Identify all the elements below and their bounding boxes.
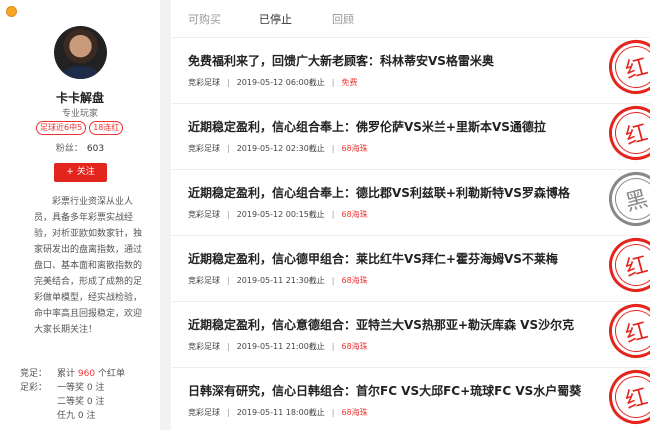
result-stamp-icon: 红: [602, 33, 650, 101]
plan-title[interactable]: 近期稳定盈利，信心组合奉上：佛罗伦萨VS米兰+里斯本VS通德拉: [188, 118, 546, 135]
follow-button[interactable]: + 关注: [54, 163, 107, 182]
avatar[interactable]: [54, 26, 107, 79]
plan-item[interactable]: 近期稳定盈利，信心德甲组合：莱比红牛VS拜仁+霍芬海姆VS不莱梅 竞彩足球 | 20…: [171, 231, 650, 302]
expert-bio: 彩票行业资深从业人员，具备多年彩票实战经验，对析亚欧如数家针，独家研发出的盘离指…: [34, 197, 143, 335]
stat-row: 足彩： 一等奖 0 注: [20, 383, 105, 393]
streak-tag: 18连红: [89, 121, 124, 135]
tab-review[interactable]: 回顾: [332, 11, 354, 27]
plan-item[interactable]: 免费福利来了，回馈广大新老顾客：科林蒂安VS格雷米奥 竞彩足球 | 2019-05-…: [171, 33, 650, 104]
result-stamp-icon: 红: [602, 363, 650, 430]
stat-row: 二等奖 0 注: [57, 397, 105, 407]
fans-count: 粉丝： 603: [55, 144, 105, 154]
expert-name: 卡卡解盘: [55, 91, 104, 105]
plan-meta: 竞彩足球 | 2019-05-11 21:00截止 | 68海珠: [188, 342, 368, 351]
tab-available[interactable]: 可购买: [188, 11, 221, 27]
record-tag: 足球近6中5: [36, 121, 87, 135]
result-stamp-icon: 红: [602, 231, 650, 299]
plan-meta: 竞彩足球 | 2019-05-11 18:00截止 | 68海珠: [188, 408, 368, 417]
tab-stopped[interactable]: 已停止: [259, 11, 292, 27]
result-stamp-icon: 红: [602, 297, 650, 365]
plan-meta: 竞彩足球 | 2019-05-12 00:15截止 | 68海珠: [188, 210, 368, 219]
plan-list-panel: 可购买 已停止 回顾 免费福利来了，回馈广大新老顾客：科林蒂安VS格雷米奥 竞彩…: [171, 0, 650, 430]
expert-subtitle: 专业玩家: [61, 109, 98, 119]
plan-title[interactable]: 免费福利来了，回馈广大新老顾客：科林蒂安VS格雷米奥: [188, 52, 494, 69]
result-stamp-icon: 黑: [602, 165, 650, 233]
coin-icon: [6, 6, 17, 17]
stat-row: 任九 0 注: [57, 411, 96, 421]
stat-row: 竞足： 累计 960 个红单: [20, 369, 125, 379]
plan-title[interactable]: 近期稳定盈利，信心德甲组合：莱比红牛VS拜仁+霍芬海姆VS不莱梅: [188, 250, 558, 267]
plan-item[interactable]: 近期稳定盈利，信心组合奉上：佛罗伦萨VS米兰+里斯本VS通德拉 竞彩足球 | 201…: [171, 99, 650, 170]
plan-meta: 竞彩足球 | 2019-05-12 06:00截止 | 免费: [188, 78, 358, 87]
plan-item[interactable]: 近期稳定盈利，信心组合奉上：德比郡VS利兹联+利勒斯特VS罗森博格 竞彩足球 | 2…: [171, 165, 650, 236]
plan-meta: 竞彩足球 | 2019-05-11 21:30截止 | 68海珠: [188, 276, 368, 285]
expert-tags: 足球近6中5 18连红: [36, 121, 124, 135]
plan-meta: 竞彩足球 | 2019-05-12 02:30截止 | 68海珠: [188, 144, 368, 153]
expert-sidebar: 卡卡解盘 专业玩家 足球近6中5 18连红 粉丝： 603 + 关注 彩票行业资深…: [0, 0, 160, 430]
expert-stats: 竞足： 累计 960 个红单 足彩： 一等奖 0 注 二等奖 0 注 任九 0 …: [20, 367, 125, 423]
plan-item[interactable]: 近期稳定盈利，信心意德组合：亚特兰大VS热那亚+勒沃库森 VS沙尔克 竞彩足球 |…: [171, 297, 650, 368]
result-stamp-icon: 红: [602, 99, 650, 167]
plan-title[interactable]: 近期稳定盈利，信心组合奉上：德比郡VS利兹联+利勒斯特VS罗森博格: [188, 184, 570, 201]
status-tabs: 可购买 已停止 回顾: [171, 0, 650, 38]
plan-title[interactable]: 日韩深有研究，信心日韩组合：首尔FC VS大邱FC+琉球FC VS水户蜀葵: [188, 382, 581, 399]
plan-item[interactable]: 日韩深有研究，信心日韩组合：首尔FC VS大邱FC+琉球FC VS水户蜀葵 竞彩…: [171, 363, 650, 430]
plan-title[interactable]: 近期稳定盈利，信心意德组合：亚特兰大VS热那亚+勒沃库森 VS沙尔克: [188, 316, 574, 333]
